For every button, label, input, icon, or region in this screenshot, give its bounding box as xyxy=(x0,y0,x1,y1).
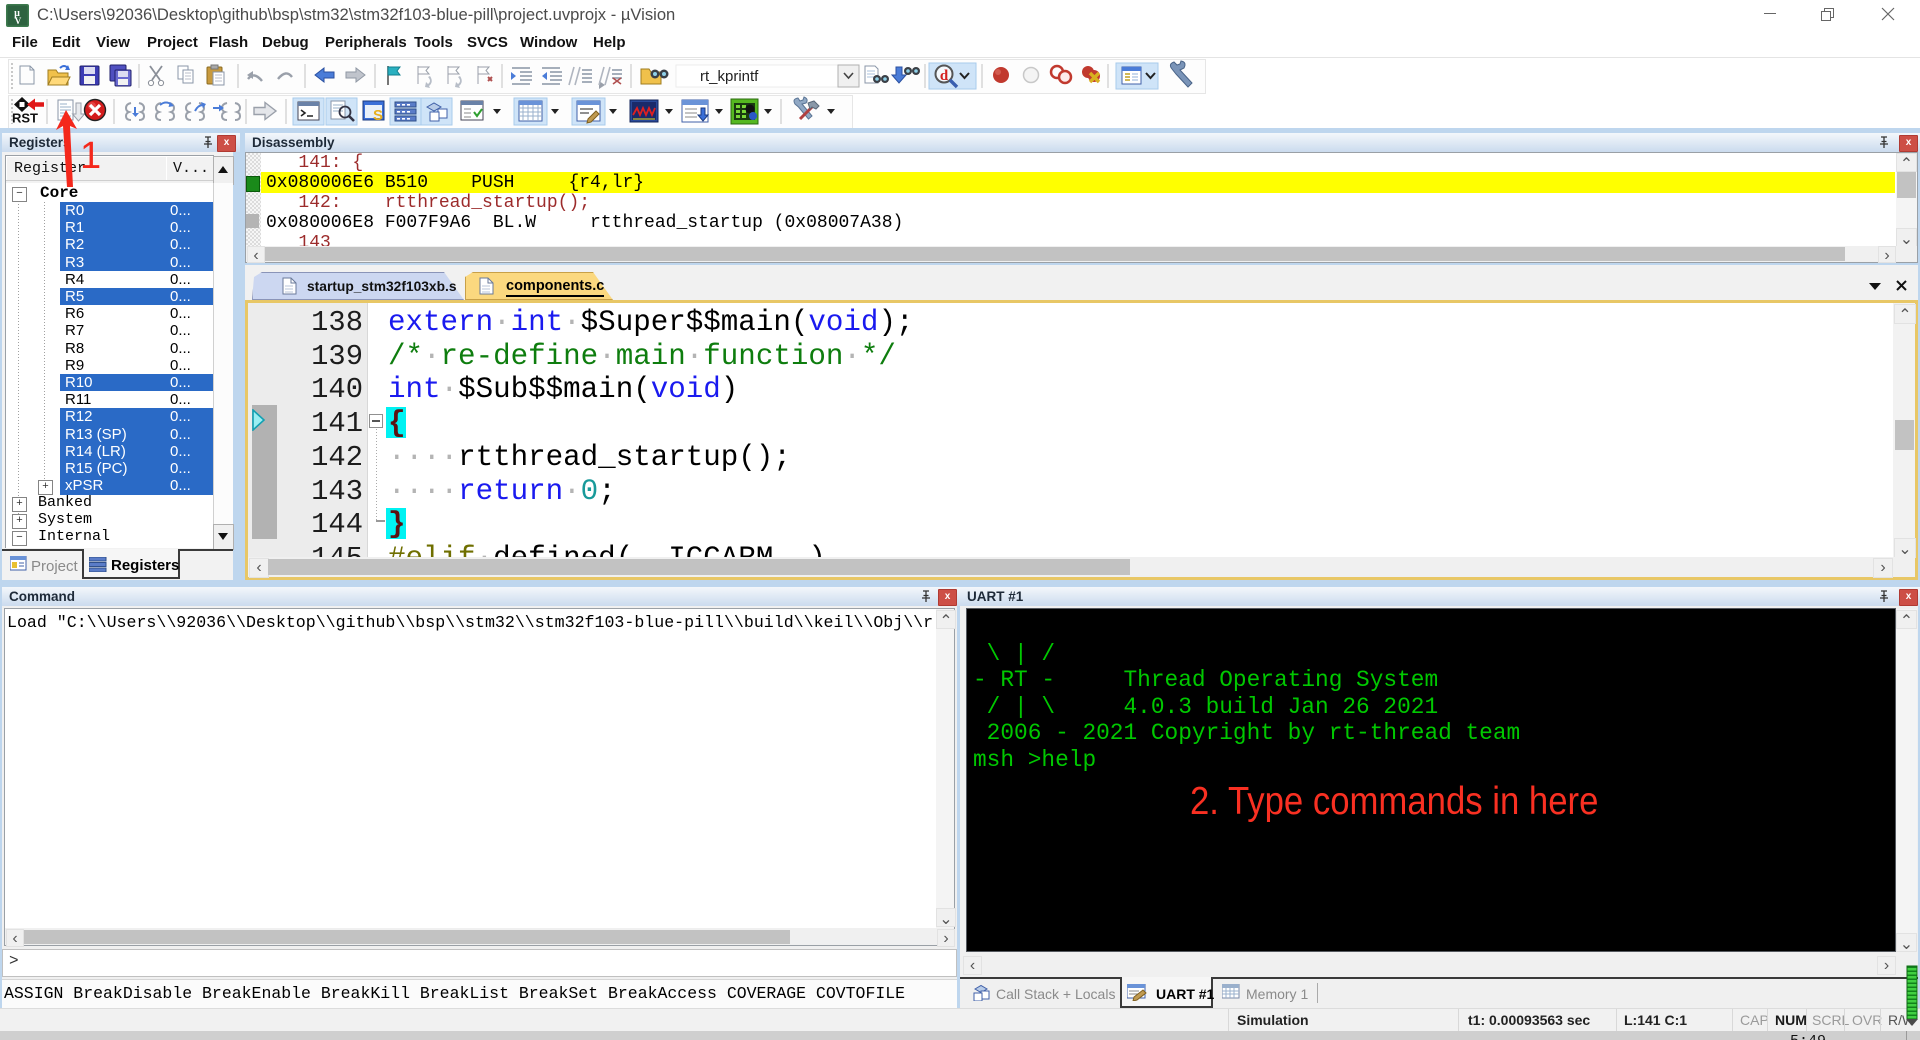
svg-text:rt_kprintf: rt_kprintf xyxy=(700,68,759,85)
svg-text:RST: RST xyxy=(12,111,38,126)
svg-text:V: V xyxy=(15,16,22,26)
svg-text:d: d xyxy=(940,68,949,84)
svg-text:S: S xyxy=(373,107,383,124)
